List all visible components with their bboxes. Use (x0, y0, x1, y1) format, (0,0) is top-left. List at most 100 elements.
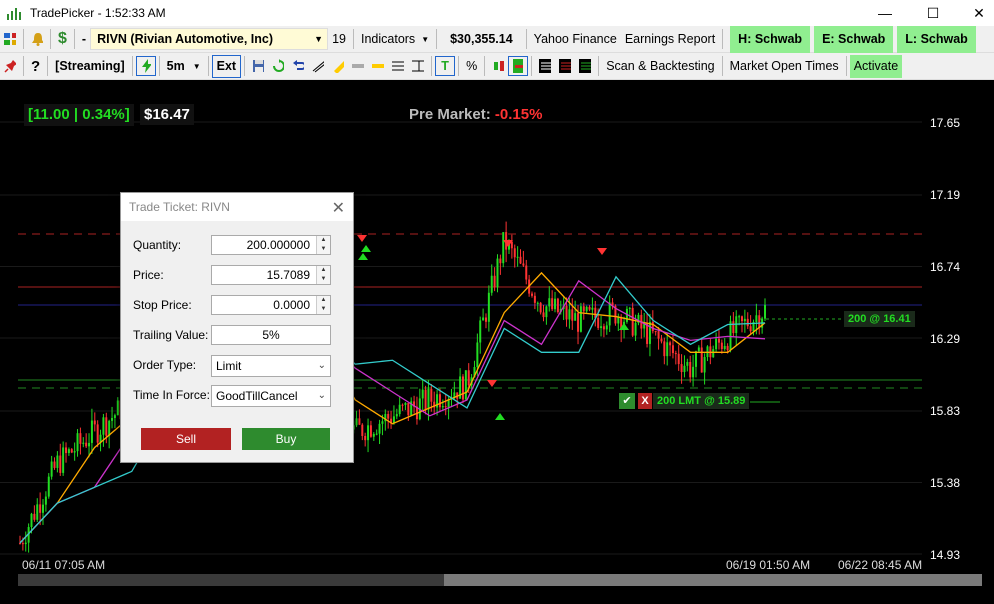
stop-price-stepper[interactable]: 0.0000 ▲ ▼ (211, 295, 331, 315)
dollar-icon[interactable]: $ (54, 28, 71, 51)
position-tag[interactable]: 200 @ 16.41 (844, 311, 915, 327)
help-icon[interactable]: ? (27, 55, 44, 78)
sell-button[interactable]: Sell (141, 428, 231, 450)
close-icon[interactable]: ✕ (332, 198, 345, 218)
last-price: $16.47 (140, 104, 194, 125)
earnings-report-link[interactable]: Earnings Report (621, 28, 719, 51)
candle-body (674, 353, 677, 355)
candle-body (712, 349, 715, 358)
candle-body (516, 256, 519, 258)
activate-button[interactable]: Activate (849, 54, 903, 78)
chart-style-icon[interactable] (508, 56, 529, 76)
candle-body (424, 389, 427, 410)
candle-body (93, 420, 96, 425)
separator (131, 56, 133, 76)
candle-body (513, 248, 516, 258)
candle-body (617, 316, 620, 324)
chart-scrollbar[interactable] (18, 574, 982, 586)
candle-body (648, 321, 651, 344)
confirm-order-icon[interactable]: ✔ (619, 393, 635, 409)
candle-body (59, 455, 62, 473)
horizontal-lines-icon[interactable] (388, 56, 408, 76)
h-schwab-button[interactable]: H: Schwab (730, 25, 811, 53)
grid-icon[interactable] (0, 29, 20, 49)
order-type-select[interactable]: Limit ⌄ (211, 355, 331, 377)
candle-body (65, 447, 68, 454)
l-schwab-button[interactable]: L: Schwab (897, 25, 976, 53)
interval-dropdown[interactable]: 5m ▼ (163, 55, 205, 78)
e-schwab-button[interactable]: E: Schwab (814, 25, 894, 53)
list-red-icon[interactable] (555, 56, 575, 76)
order-tag[interactable]: 200 LMT @ 15.89 (653, 393, 750, 409)
dash-label: - (81, 32, 87, 46)
highlighter-icon[interactable] (328, 56, 348, 76)
premarket-label: Pre Market: (409, 106, 495, 123)
candle-body (720, 342, 723, 350)
pin-icon[interactable] (0, 56, 20, 76)
candle-body (487, 292, 490, 322)
candle-body (680, 364, 683, 373)
spinner-arrows-icon[interactable]: ▲ ▼ (316, 236, 330, 254)
candle-body (21, 543, 24, 545)
close-button[interactable]: ✕ (956, 0, 994, 26)
candle-body (88, 442, 91, 447)
candle-icon[interactable] (488, 56, 508, 76)
fib-icon[interactable] (408, 56, 428, 76)
spinner-arrows-icon[interactable]: ▲ ▼ (316, 266, 330, 284)
separator (458, 56, 460, 76)
symbol-select[interactable]: RIVN (Rivian Automotive, Inc) ▼ (90, 28, 329, 50)
candle-body (605, 325, 608, 330)
candle-body (484, 317, 487, 322)
chevron-down-icon: ▼ (192, 61, 201, 71)
candle-body (651, 321, 654, 332)
undo-icon[interactable] (288, 56, 308, 76)
premarket-value: -0.15% (494, 106, 543, 123)
indicators-dropdown[interactable]: Indicators ▼ (357, 28, 433, 51)
account-balance: $30,355.14 (450, 32, 513, 46)
gray-line-icon[interactable] (348, 56, 368, 76)
chevron-down-icon: ⌄ (317, 390, 326, 401)
save-icon[interactable] (248, 56, 268, 76)
scan-backtesting-button[interactable]: Scan & Backtesting (602, 55, 718, 78)
maximize-button[interactable]: ☐ (910, 0, 956, 26)
candle-body (723, 345, 726, 350)
candle-body (726, 345, 729, 351)
candle-body (758, 315, 761, 328)
ext-toggle[interactable]: Ext (211, 54, 242, 78)
quantity-stepper[interactable]: 200.000000 ▲ ▼ (211, 235, 331, 255)
candle-body (700, 347, 703, 373)
scrollbar-thumb[interactable] (444, 574, 982, 586)
candle-body (90, 420, 93, 443)
price-stepper[interactable]: 15.7089 ▲ ▼ (211, 265, 331, 285)
candle-body (600, 326, 603, 328)
trailing-value-label: Trailing Value: (133, 328, 209, 342)
time-in-force-select[interactable]: GoodTillCancel ⌄ (211, 385, 331, 407)
list-green-icon[interactable] (575, 56, 595, 76)
candle-body (116, 400, 119, 416)
streaming-toggle[interactable]: [Streaming] (51, 55, 128, 78)
candle-body (743, 318, 746, 322)
market-open-times-button[interactable]: Market Open Times (726, 55, 843, 78)
trendline-icon[interactable] (308, 56, 328, 76)
minimize-button[interactable]: — (862, 0, 908, 26)
buy-button[interactable]: Buy (242, 428, 330, 450)
lightning-icon[interactable] (135, 56, 156, 76)
cancel-order-button[interactable]: X (638, 393, 652, 409)
list-black-icon[interactable] (535, 56, 555, 76)
trailing-value-field[interactable]: 5% (211, 325, 331, 345)
candle-body (539, 302, 542, 313)
interval-label: 5m (166, 59, 185, 73)
candle-body (441, 406, 444, 408)
refresh-icon[interactable] (268, 56, 288, 76)
percent-toggle[interactable]: % (462, 55, 481, 78)
yellow-line-icon[interactable] (368, 56, 388, 76)
text-tool-button[interactable]: T (435, 56, 456, 76)
yahoo-finance-link[interactable]: Yahoo Finance (530, 28, 621, 51)
separator (431, 56, 433, 76)
candle-body (79, 433, 82, 444)
spinner-arrows-icon[interactable]: ▲ ▼ (316, 296, 330, 314)
candle-body (367, 425, 370, 441)
buy-signal-marker (361, 245, 371, 252)
bell-icon[interactable] (27, 29, 47, 49)
chart-toolbar: ? [Streaming] 5m ▼ Ext T % Scan & Backte… (0, 53, 994, 80)
